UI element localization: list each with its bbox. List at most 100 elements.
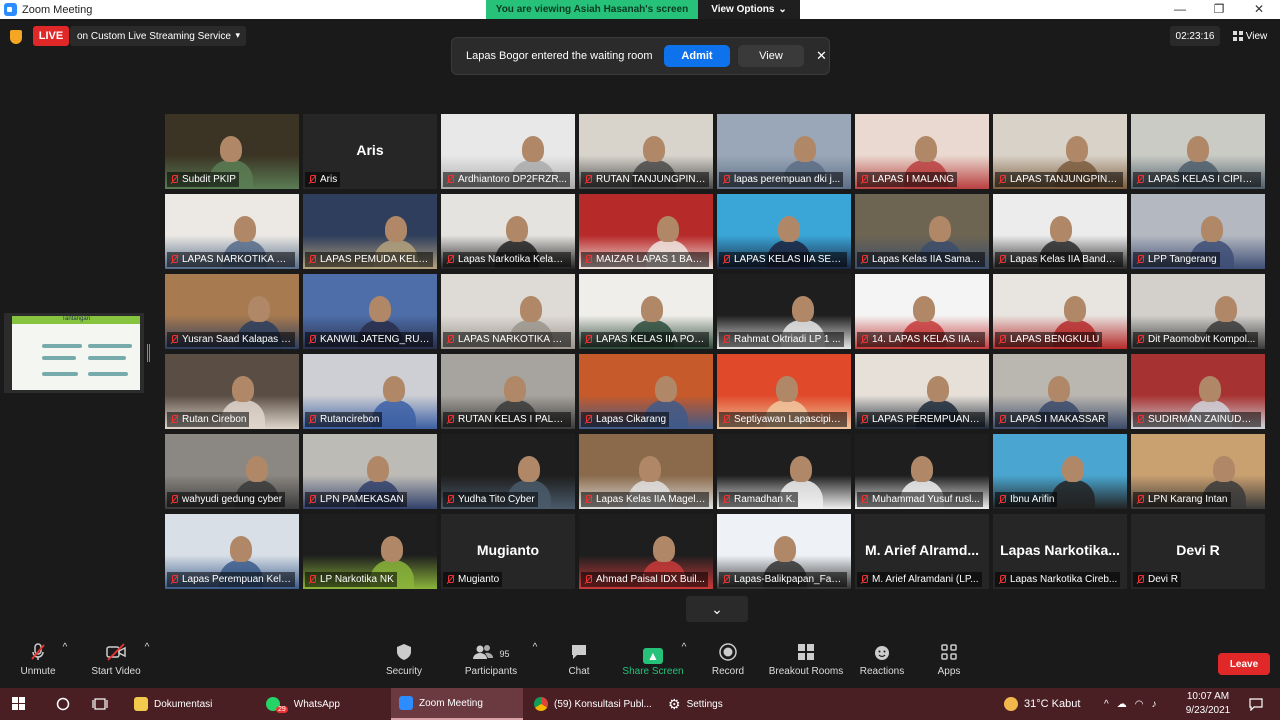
next-page-button[interactable]: ⌄ bbox=[686, 596, 748, 622]
participant-tile[interactable]: LP Narkotika NK bbox=[303, 514, 437, 589]
notification-center-button[interactable] bbox=[1240, 688, 1272, 720]
participant-tile[interactable]: Lapas Cikarang bbox=[579, 354, 713, 429]
participant-tile[interactable]: Devi R Devi R bbox=[1131, 514, 1265, 589]
participant-name: Lapas Kelas IIA Magela... bbox=[596, 494, 709, 505]
participants-options-caret[interactable]: ^ bbox=[530, 642, 540, 688]
record-button[interactable]: Record bbox=[706, 642, 750, 688]
participant-name-label: LPP Tangerang bbox=[1133, 252, 1220, 267]
close-window-button[interactable]: ✕ bbox=[1239, 0, 1279, 19]
participant-tile[interactable]: Lapas-Balikpapan_Fadl... bbox=[717, 514, 851, 589]
participant-tile[interactable]: Septiyawan Lapascipin... bbox=[717, 354, 851, 429]
security-shield-icon[interactable] bbox=[10, 30, 22, 44]
participant-tile[interactable]: LAPAS PEMUDA KELA... bbox=[303, 194, 437, 269]
participant-tile[interactable]: Aris Aris bbox=[303, 114, 437, 189]
participant-tile[interactable]: Lapas Kelas IIA Banda ... bbox=[993, 194, 1127, 269]
leave-button[interactable]: Leave bbox=[1218, 653, 1270, 675]
participant-tile[interactable]: Lapas Narkotika Kelas ... bbox=[441, 194, 575, 269]
participant-tile[interactable]: SUDIRMAN ZAINUDDI... bbox=[1131, 354, 1265, 429]
participant-tile[interactable]: LAPAS I MALANG bbox=[855, 114, 989, 189]
participants-icon: 95 bbox=[462, 642, 520, 666]
participant-tile[interactable]: Rutan Cirebon bbox=[165, 354, 299, 429]
taskbar-clock[interactable]: 10:07 AM 9/23/2021 bbox=[1178, 690, 1238, 718]
participant-tile[interactable]: LAPAS KELAS I CIPINA... bbox=[1131, 114, 1265, 189]
participant-tile[interactable]: Lapas Narkotika... Lapas Narkotika Cireb.… bbox=[993, 514, 1127, 589]
participant-tile[interactable]: M. Arief Alramd... M. Arief Alramdani (LP… bbox=[855, 514, 989, 589]
view-waiting-room-button[interactable]: View bbox=[738, 45, 804, 67]
participant-tile[interactable]: Rutancirebon bbox=[303, 354, 437, 429]
reactions-button[interactable]: Reactions bbox=[858, 642, 906, 688]
participant-tile[interactable]: Dit Paomobvit Kompol... bbox=[1131, 274, 1265, 349]
participant-tile[interactable]: Lapas Kelas IIA Magela... bbox=[579, 434, 713, 509]
task-view-button[interactable] bbox=[84, 688, 116, 720]
taskbar-chrome[interactable]: (59) Konsultasi Publ... bbox=[526, 688, 660, 720]
weather-widget[interactable]: 31°C Kabut bbox=[996, 688, 1088, 720]
minimize-button[interactable]: — bbox=[1160, 0, 1200, 19]
share-screen-button[interactable]: ▲ Share Screen bbox=[620, 642, 686, 688]
participant-tile[interactable]: LPN PAMEKASAN bbox=[303, 434, 437, 509]
taskbar-whatsapp[interactable]: 29 WhatsApp bbox=[258, 688, 348, 720]
muted-mic-icon bbox=[584, 495, 593, 504]
volume-icon: ♪ bbox=[1151, 698, 1157, 710]
video-options-caret[interactable]: ^ bbox=[142, 642, 152, 688]
taskbar-dokumentasi[interactable]: Dokumentasi bbox=[126, 688, 220, 720]
participant-tile[interactable]: RUTAN TANJUNGPINA... bbox=[579, 114, 713, 189]
participant-tile[interactable]: RUTAN KELAS I PALEM... bbox=[441, 354, 575, 429]
apps-button[interactable]: Apps bbox=[930, 642, 968, 688]
security-label: Security bbox=[385, 666, 423, 677]
participant-tile[interactable]: Muhammad Yusuf rusl... bbox=[855, 434, 989, 509]
participant-tile[interactable]: LAPAS NARKOTIKA KE... bbox=[441, 274, 575, 349]
admit-button[interactable]: Admit bbox=[664, 45, 730, 67]
view-layout-button[interactable]: View bbox=[1228, 26, 1272, 46]
participant-tile[interactable]: 14. LAPAS KELAS IIA P... bbox=[855, 274, 989, 349]
participant-tile[interactable]: LAPAS KELAS IIA SERA... bbox=[717, 194, 851, 269]
streaming-service-dropdown[interactable]: on Custom Live Streaming Service ▾ bbox=[70, 26, 246, 46]
participant-tile[interactable]: LAPAS I MAKASSAR bbox=[993, 354, 1127, 429]
audio-options-caret[interactable]: ^ bbox=[60, 642, 70, 688]
chat-button[interactable]: Chat bbox=[560, 642, 598, 688]
breakout-rooms-button[interactable]: Breakout Rooms bbox=[766, 642, 846, 688]
muted-mic-icon bbox=[446, 255, 455, 264]
participant-tile[interactable]: LAPAS BENGKULU bbox=[993, 274, 1127, 349]
split-divider-handle[interactable] bbox=[147, 344, 150, 362]
taskbar-settings[interactable]: ⚙ Settings bbox=[660, 688, 731, 720]
shared-screen-thumbnail[interactable]: Tantangan bbox=[4, 313, 144, 393]
participant-name-label: Lapas-Balikpapan_Fadl... bbox=[719, 572, 847, 587]
participant-tile[interactable]: Ramadhan K. bbox=[717, 434, 851, 509]
close-notification-icon[interactable]: ✕ bbox=[816, 48, 827, 64]
participant-tile[interactable]: LPP Tangerang bbox=[1131, 194, 1265, 269]
unmute-button[interactable]: Unmute bbox=[16, 642, 60, 688]
participant-tile[interactable]: Ardhiantoro DP2FRZR... bbox=[441, 114, 575, 189]
taskbar-settings-label: Settings bbox=[686, 698, 723, 710]
participants-button[interactable]: 95 Participants bbox=[462, 642, 520, 688]
participant-tile[interactable]: Subdit PKIP bbox=[165, 114, 299, 189]
view-options-button[interactable]: View Options ⌄ bbox=[698, 0, 800, 19]
participant-tile[interactable]: wahyudi gedung cyber bbox=[165, 434, 299, 509]
windows-start-icon[interactable] bbox=[12, 697, 26, 711]
shield-icon bbox=[382, 642, 426, 666]
maximize-button[interactable]: ❐ bbox=[1199, 0, 1239, 19]
search-taskbar-button[interactable] bbox=[48, 688, 78, 720]
participant-tile[interactable]: LAPAS TANJUNGPINA... bbox=[993, 114, 1127, 189]
participant-tile[interactable]: Lapas Perempuan Kela... bbox=[165, 514, 299, 589]
share-options-caret[interactable]: ^ bbox=[679, 642, 689, 688]
security-button[interactable]: Security bbox=[382, 642, 426, 688]
participant-tile[interactable]: Ahmad Paisal IDX Buil... bbox=[579, 514, 713, 589]
system-tray[interactable]: ^ ☁ ◠ ♪ bbox=[1096, 688, 1164, 720]
participant-tile[interactable]: Lapas Kelas IIA Samari... bbox=[855, 194, 989, 269]
participant-tile[interactable]: KANWIL JATENG_RUT... bbox=[303, 274, 437, 349]
participant-name: Rutan Cirebon bbox=[182, 414, 247, 425]
participant-tile[interactable]: lapas perempuan dki j... bbox=[717, 114, 851, 189]
participant-tile[interactable]: Rahmat Oktriadi LP 1 ... bbox=[717, 274, 851, 349]
participant-tile[interactable]: Yudha Tito Cyber bbox=[441, 434, 575, 509]
participant-tile[interactable]: LAPAS PEREMPUAN K... bbox=[855, 354, 989, 429]
participant-tile[interactable]: Ibnu Arifin bbox=[993, 434, 1127, 509]
participant-name-label: Rutancirebon bbox=[305, 412, 383, 427]
participant-tile[interactable]: LAPAS KELAS IIA PON... bbox=[579, 274, 713, 349]
taskbar-zoom[interactable]: Zoom Meeting bbox=[391, 688, 523, 720]
participant-tile[interactable]: LPN Karang Intan bbox=[1131, 434, 1265, 509]
participant-tile[interactable]: Mugianto Mugianto bbox=[441, 514, 575, 589]
participant-tile[interactable]: MAIZAR LAPAS 1 BAN... bbox=[579, 194, 713, 269]
participant-tile[interactable]: LAPAS NARKOTIKA GN... bbox=[165, 194, 299, 269]
start-video-button[interactable]: Start Video bbox=[88, 642, 144, 688]
participant-tile[interactable]: Yusran Saad Kalapas N... bbox=[165, 274, 299, 349]
